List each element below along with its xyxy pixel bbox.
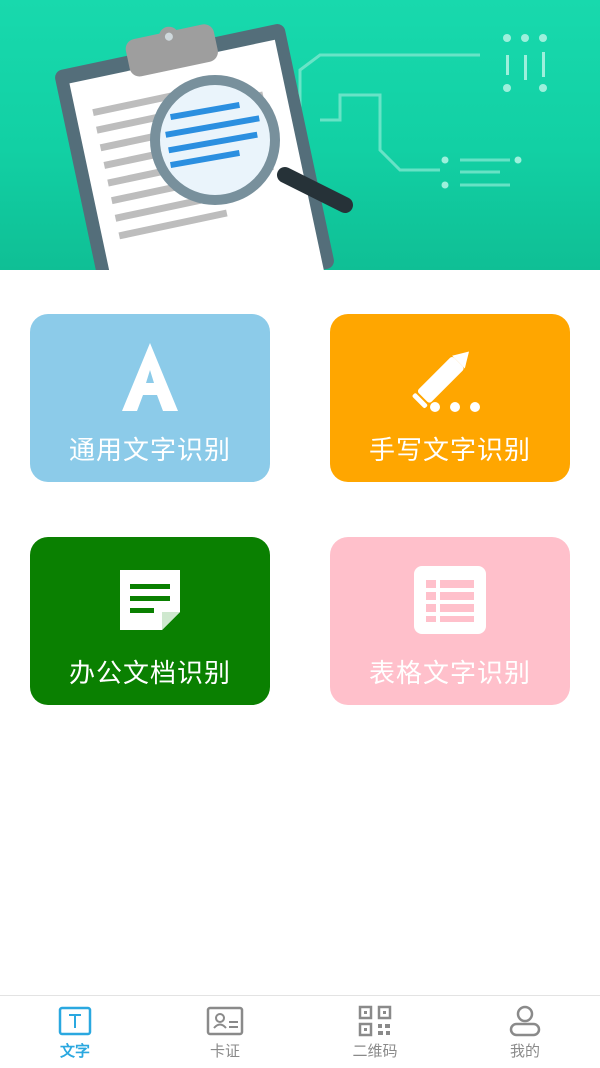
tile-label: 手写文字识别	[368, 436, 531, 466]
table-recognition-button[interactable]: 表格文字识别	[330, 537, 570, 705]
tab-label: 我的	[509, 1042, 540, 1060]
tile-label: 通用文字识别	[68, 436, 231, 466]
tab-label: 二维码	[352, 1042, 398, 1060]
tab-text[interactable]: 文字	[0, 996, 150, 1068]
qr-code-icon	[358, 1004, 392, 1038]
header-banner	[0, 0, 600, 270]
bottom-tab-bar: 文字 卡证 二维码 我的	[0, 995, 600, 1068]
document-icon	[110, 555, 190, 645]
pencil-icon	[405, 332, 495, 422]
text-icon	[58, 1004, 92, 1038]
general-text-recognition-button[interactable]: 通用文字识别	[30, 314, 270, 482]
clipboard-magnifier-illustration	[55, 24, 547, 270]
letter-a-icon	[110, 332, 190, 422]
tab-id-card[interactable]: 卡证	[150, 996, 300, 1068]
office-document-recognition-button[interactable]: 办公文档识别	[30, 537, 270, 705]
tab-label: 卡证	[209, 1042, 240, 1060]
table-icon	[410, 555, 490, 645]
tab-profile[interactable]: 我的	[450, 996, 600, 1068]
tab-label: 文字	[59, 1042, 90, 1060]
id-card-icon	[206, 1004, 244, 1038]
tile-label: 表格文字识别	[368, 659, 531, 689]
handwriting-recognition-button[interactable]: 手写文字识别	[330, 314, 570, 482]
tile-label: 办公文档识别	[68, 659, 231, 689]
tab-qr-code[interactable]: 二维码	[300, 996, 450, 1068]
user-icon	[508, 1004, 542, 1038]
